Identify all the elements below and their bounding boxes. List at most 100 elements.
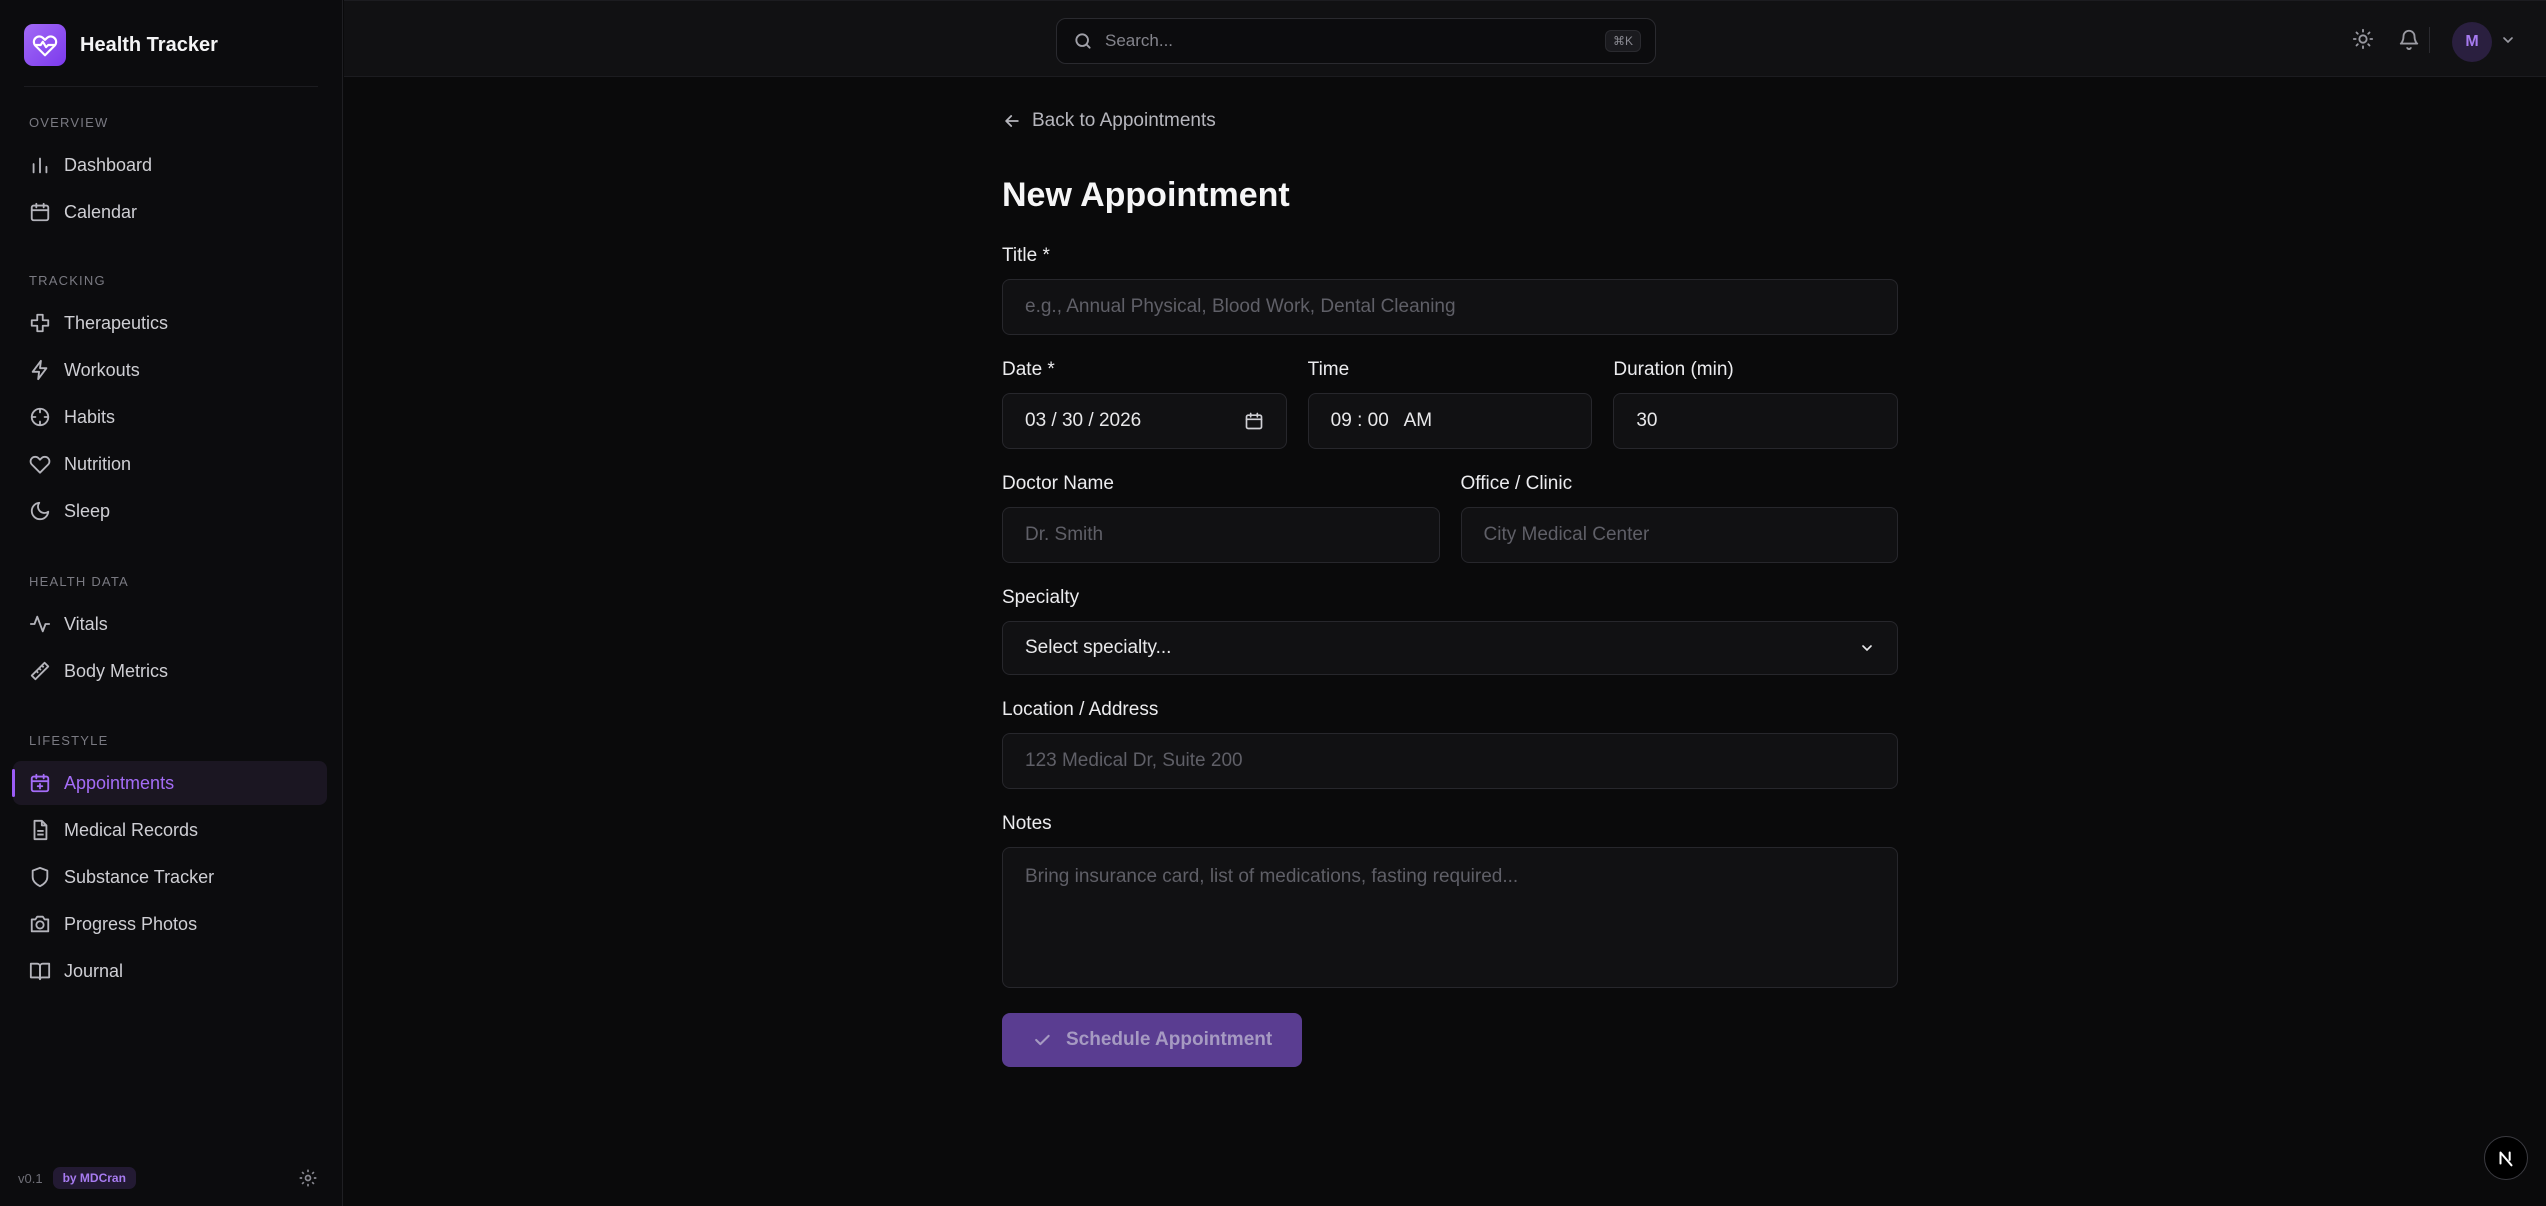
target-icon <box>30 407 50 427</box>
nav-heading: TRACKING <box>29 273 106 288</box>
nav-section-tracking: TRACKING Therapeutics Workouts Habits Nu… <box>0 271 343 536</box>
sidebar-item-progress-photos[interactable]: Progress Photos <box>13 902 327 946</box>
notes-label: Notes <box>1002 813 1052 834</box>
nextjs-dev-icon[interactable] <box>2484 1136 2528 1180</box>
page-title: New Appointment <box>1002 176 1290 214</box>
nav-section-health-data: HEALTH DATA Vitals Body Metrics <box>0 572 343 696</box>
doctor-label: Doctor Name <box>1002 473 1114 494</box>
author-badge[interactable]: by MDCran <box>52 1167 136 1189</box>
camera-icon <box>30 915 50 933</box>
location-field[interactable]: 123 Medical Dr, Suite 200 <box>1002 733 1898 789</box>
sidebar-item-medical-records[interactable]: Medical Records <box>13 808 327 852</box>
calendar-plus-icon <box>30 773 50 793</box>
date-field[interactable]: 03 / 30 / 2026 <box>1002 393 1287 449</box>
bell-icon[interactable] <box>2398 28 2420 50</box>
sidebar: Health Tracker OVERVIEW Dashboard Calend… <box>0 0 343 1206</box>
specialty-value: Select specialty... <box>1025 637 1172 658</box>
sidebar-item-sleep[interactable]: Sleep <box>13 489 327 533</box>
sidebar-footer: v0.1 by MDCran <box>18 1164 318 1192</box>
sidebar-item-appointments[interactable]: Appointments <box>12 761 327 805</box>
sidebar-item-label: Vitals <box>64 613 108 634</box>
chevron-down-icon[interactable] <box>2500 32 2516 48</box>
sidebar-item-label: Therapeutics <box>64 312 169 333</box>
time-label: Time <box>1307 359 1350 380</box>
nav-heading: HEALTH DATA <box>29 574 129 589</box>
avatar[interactable]: M <box>2452 22 2492 62</box>
sidebar-item-workouts[interactable]: Workouts <box>13 348 327 392</box>
sidebar-item-label: Journal <box>64 960 124 981</box>
calendar-icon[interactable] <box>1244 411 1264 431</box>
topbar: Search... ⌘K M <box>344 0 2546 77</box>
check-icon <box>1035 1034 1050 1046</box>
sidebar-item-vitals[interactable]: Vitals <box>13 602 327 646</box>
lightning-icon <box>31 359 48 381</box>
date-label: Date * <box>1002 359 1055 380</box>
sidebar-item-label: Habits <box>64 406 116 427</box>
document-icon <box>33 819 48 841</box>
time-field[interactable]: 09 : 00 AM <box>1307 393 1593 449</box>
arrow-left-icon <box>1005 115 1019 127</box>
app-name: Health Tracker <box>80 33 218 56</box>
duration-field[interactable]: 30 <box>1613 393 1899 449</box>
date-value: 03 / 30 / 2026 <box>1025 410 1142 431</box>
sidebar-item-label: Body Metrics <box>64 660 169 681</box>
sidebar-item-therapeutics[interactable]: Therapeutics <box>13 301 327 345</box>
chevron-down-icon <box>1862 645 1872 652</box>
heart-icon <box>29 455 51 474</box>
book-icon <box>29 962 51 981</box>
sidebar-item-habits[interactable]: Habits <box>13 395 327 439</box>
nav-section-overview: OVERVIEW Dashboard Calendar <box>0 113 343 237</box>
duration-label: Duration (min) <box>1613 359 1734 380</box>
sidebar-item-dashboard[interactable]: Dashboard <box>13 143 327 187</box>
sidebar-item-label: Progress Photos <box>64 913 198 934</box>
search-shortcut: ⌘K <box>1604 30 1641 52</box>
calendar-icon <box>30 202 50 222</box>
pulse-icon <box>29 615 51 633</box>
nav-section-lifestyle: LIFESTYLE Appointments Medical Records S… <box>0 731 343 996</box>
specialty-select[interactable]: Select specialty... <box>1002 621 1898 675</box>
sidebar-item-label: Sleep <box>64 500 111 521</box>
ruler-icon <box>30 661 50 681</box>
sidebar-item-label: Workouts <box>64 359 140 380</box>
appointment-form: Back to Appointments New Appointment Tit… <box>1002 108 1899 1067</box>
back-link[interactable]: Back to Appointments <box>1002 108 1898 134</box>
sidebar-item-substance-tracker[interactable]: Substance Tracker <box>13 855 327 899</box>
sidebar-item-calendar[interactable]: Calendar <box>13 190 327 234</box>
sidebar-item-label: Nutrition <box>64 453 132 474</box>
bar-chart-icon <box>32 157 48 174</box>
divider <box>24 86 318 87</box>
location-label: Location / Address <box>1002 699 1159 720</box>
version-label: v0.1 <box>18 1170 43 1186</box>
search-placeholder: Search... <box>1105 31 1174 50</box>
sidebar-item-label: Calendar <box>64 201 138 222</box>
sidebar-item-label: Appointments <box>64 772 175 793</box>
schedule-button-label: Schedule Appointment <box>1066 1029 1273 1050</box>
doctor-name-field[interactable]: Dr. Smith <box>1002 507 1440 563</box>
cross-icon <box>30 313 50 333</box>
sidebar-item-body-metrics[interactable]: Body Metrics <box>13 649 327 693</box>
title-field[interactable]: e.g., Annual Physical, Blood Work, Denta… <box>1002 279 1898 335</box>
schedule-appointment-button[interactable]: Schedule Appointment <box>1002 1013 1303 1067</box>
sidebar-item-label: Substance Tracker <box>64 866 215 887</box>
shield-icon <box>31 866 49 888</box>
nav-heading: OVERVIEW <box>29 115 109 130</box>
sidebar-item-label: Medical Records <box>64 819 199 840</box>
notes-textarea[interactable]: Bring insurance card, list of medication… <box>1002 847 1898 988</box>
office-label: Office / Clinic <box>1460 473 1573 494</box>
gear-icon[interactable] <box>298 1168 318 1188</box>
heart-pulse-logo-icon <box>24 24 66 66</box>
title-label: Title * <box>1002 245 1050 266</box>
divider <box>2429 27 2430 53</box>
back-link-label: Back to Appointments <box>1032 110 1216 131</box>
office-clinic-field[interactable]: City Medical Center <box>1460 507 1898 563</box>
sidebar-item-label: Dashboard <box>64 154 153 175</box>
sidebar-item-journal[interactable]: Journal <box>13 949 327 993</box>
sun-icon[interactable] <box>2352 28 2374 50</box>
brand[interactable]: Health Tracker <box>24 24 218 66</box>
specialty-label: Specialty <box>1002 587 1080 608</box>
moon-icon <box>30 501 50 521</box>
search-input[interactable]: Search... ⌘K <box>1056 18 1656 64</box>
nav-heading: LIFESTYLE <box>29 733 109 748</box>
sidebar-item-nutrition[interactable]: Nutrition <box>13 442 327 486</box>
search-icon <box>1075 33 1091 49</box>
